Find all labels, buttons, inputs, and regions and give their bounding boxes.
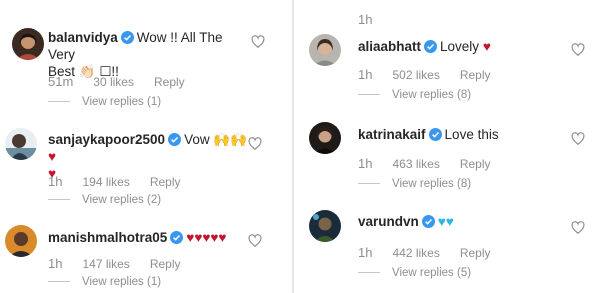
divider-line xyxy=(358,94,380,96)
previous-comment-time: 1h xyxy=(358,12,392,27)
comment-meta: 51m 30 likes Reply xyxy=(48,74,205,89)
avatar[interactable] xyxy=(309,210,341,242)
view-replies-label: View replies (5) xyxy=(392,267,472,279)
comment-body: Love this xyxy=(444,127,499,142)
comment-text: manishmalhotra05 ♥♥♥♥♥ xyxy=(48,229,248,246)
view-replies-link[interactable]: View replies (1) xyxy=(48,96,161,108)
reply-button[interactable]: Reply xyxy=(154,75,185,89)
comment-text: varundvn ♥♥ xyxy=(358,213,454,230)
username[interactable]: sanjaykapoor2500 xyxy=(48,132,165,147)
comment-meta: 1h 147 likes Reply xyxy=(48,256,201,271)
verified-badge-icon xyxy=(170,231,184,244)
comment-time: 1h xyxy=(48,256,63,271)
comment-meta: 1h 463 likes Reply xyxy=(358,156,511,171)
like-heart-icon[interactable] xyxy=(571,43,585,57)
like-heart-icon[interactable] xyxy=(248,137,262,151)
verified-badge-icon xyxy=(168,133,182,146)
divider-line xyxy=(48,281,70,283)
view-replies-link[interactable]: View replies (2) xyxy=(48,194,161,206)
likes-count[interactable]: 194 likes xyxy=(82,175,129,189)
divider-line xyxy=(48,199,70,201)
heart-emoji: ♥ xyxy=(48,149,57,164)
reply-button[interactable]: Reply xyxy=(460,246,491,260)
username[interactable]: katrinakaif xyxy=(358,127,426,142)
divider-line xyxy=(358,183,380,185)
comment-body: Vow 🙌🙌 xyxy=(184,132,247,147)
avatar[interactable] xyxy=(5,128,37,160)
blue-heart-emojis: ♥♥ xyxy=(437,214,454,229)
reply-button[interactable]: Reply xyxy=(460,68,491,82)
like-heart-icon[interactable] xyxy=(248,234,262,248)
comment-time: 1h xyxy=(48,174,63,189)
comment-meta: 1h 502 likes Reply xyxy=(358,67,511,82)
comments-column-left: balanvidya Wow !! All The Very Best 👏🏻 ☐!… xyxy=(0,0,290,293)
verified-badge-icon xyxy=(428,128,442,141)
reply-button[interactable]: Reply xyxy=(150,257,181,271)
divider-line xyxy=(48,101,70,103)
view-replies-label: View replies (1) xyxy=(82,96,162,108)
view-replies-link[interactable]: View replies (1) xyxy=(48,276,161,288)
view-replies-label: View replies (8) xyxy=(392,89,472,101)
like-heart-icon[interactable] xyxy=(571,132,585,146)
reply-button[interactable]: Reply xyxy=(150,175,181,189)
comment-time: 1h xyxy=(358,245,373,260)
verified-badge-icon xyxy=(424,40,438,53)
comment-time: 1h xyxy=(358,156,373,171)
comment-time: 1h xyxy=(358,67,373,82)
comment-time: 1h xyxy=(358,12,373,27)
avatar[interactable] xyxy=(12,28,44,60)
likes-count[interactable]: 30 likes xyxy=(93,75,134,89)
username[interactable]: aliaabhatt xyxy=(358,39,421,54)
avatar[interactable] xyxy=(309,122,341,154)
view-replies-link[interactable]: View replies (8) xyxy=(358,89,471,101)
comment-text: balanvidya Wow !! All The Very Best 👏🏻 ☐!… xyxy=(48,29,243,80)
comment-text: katrinakaif Love this xyxy=(358,126,499,143)
reply-button[interactable]: Reply xyxy=(460,157,491,171)
view-replies-label: View replies (2) xyxy=(82,194,162,206)
comment-time: 51m xyxy=(48,74,74,89)
column-divider xyxy=(292,0,294,293)
comment-body: Lovely xyxy=(440,39,480,54)
likes-count[interactable]: 502 likes xyxy=(392,68,439,82)
like-heart-icon[interactable] xyxy=(571,221,585,235)
avatar[interactable] xyxy=(309,34,341,66)
likes-count[interactable]: 463 likes xyxy=(392,157,439,171)
comment-text: aliaabhatt Lovely ♥ xyxy=(358,38,491,55)
divider-line xyxy=(358,272,380,274)
username[interactable]: varundvn xyxy=(358,214,419,229)
likes-count[interactable]: 147 likes xyxy=(82,257,129,271)
view-replies-link[interactable]: View replies (5) xyxy=(358,267,471,279)
comments-column-right: 1h aliaabhatt Lovely ♥ 1h 502 likes Reply V… xyxy=(296,0,600,293)
verified-badge-icon xyxy=(421,215,435,228)
view-replies-link[interactable]: View replies (8) xyxy=(358,178,471,190)
view-replies-label: View replies (8) xyxy=(392,178,472,190)
username[interactable]: balanvidya xyxy=(48,30,118,45)
comment-meta: 1h 442 likes Reply xyxy=(358,245,511,260)
username[interactable]: manishmalhotra05 xyxy=(48,230,167,245)
heart-emojis: ♥♥♥♥♥ xyxy=(186,230,227,245)
heart-emoji: ♥ xyxy=(482,39,491,54)
verified-badge-icon xyxy=(120,31,134,44)
likes-count[interactable]: 442 likes xyxy=(392,246,439,260)
comment-meta: 1h 194 likes Reply xyxy=(48,174,201,189)
avatar[interactable] xyxy=(5,225,37,257)
view-replies-label: View replies (1) xyxy=(82,276,162,288)
like-heart-icon[interactable] xyxy=(251,35,265,49)
